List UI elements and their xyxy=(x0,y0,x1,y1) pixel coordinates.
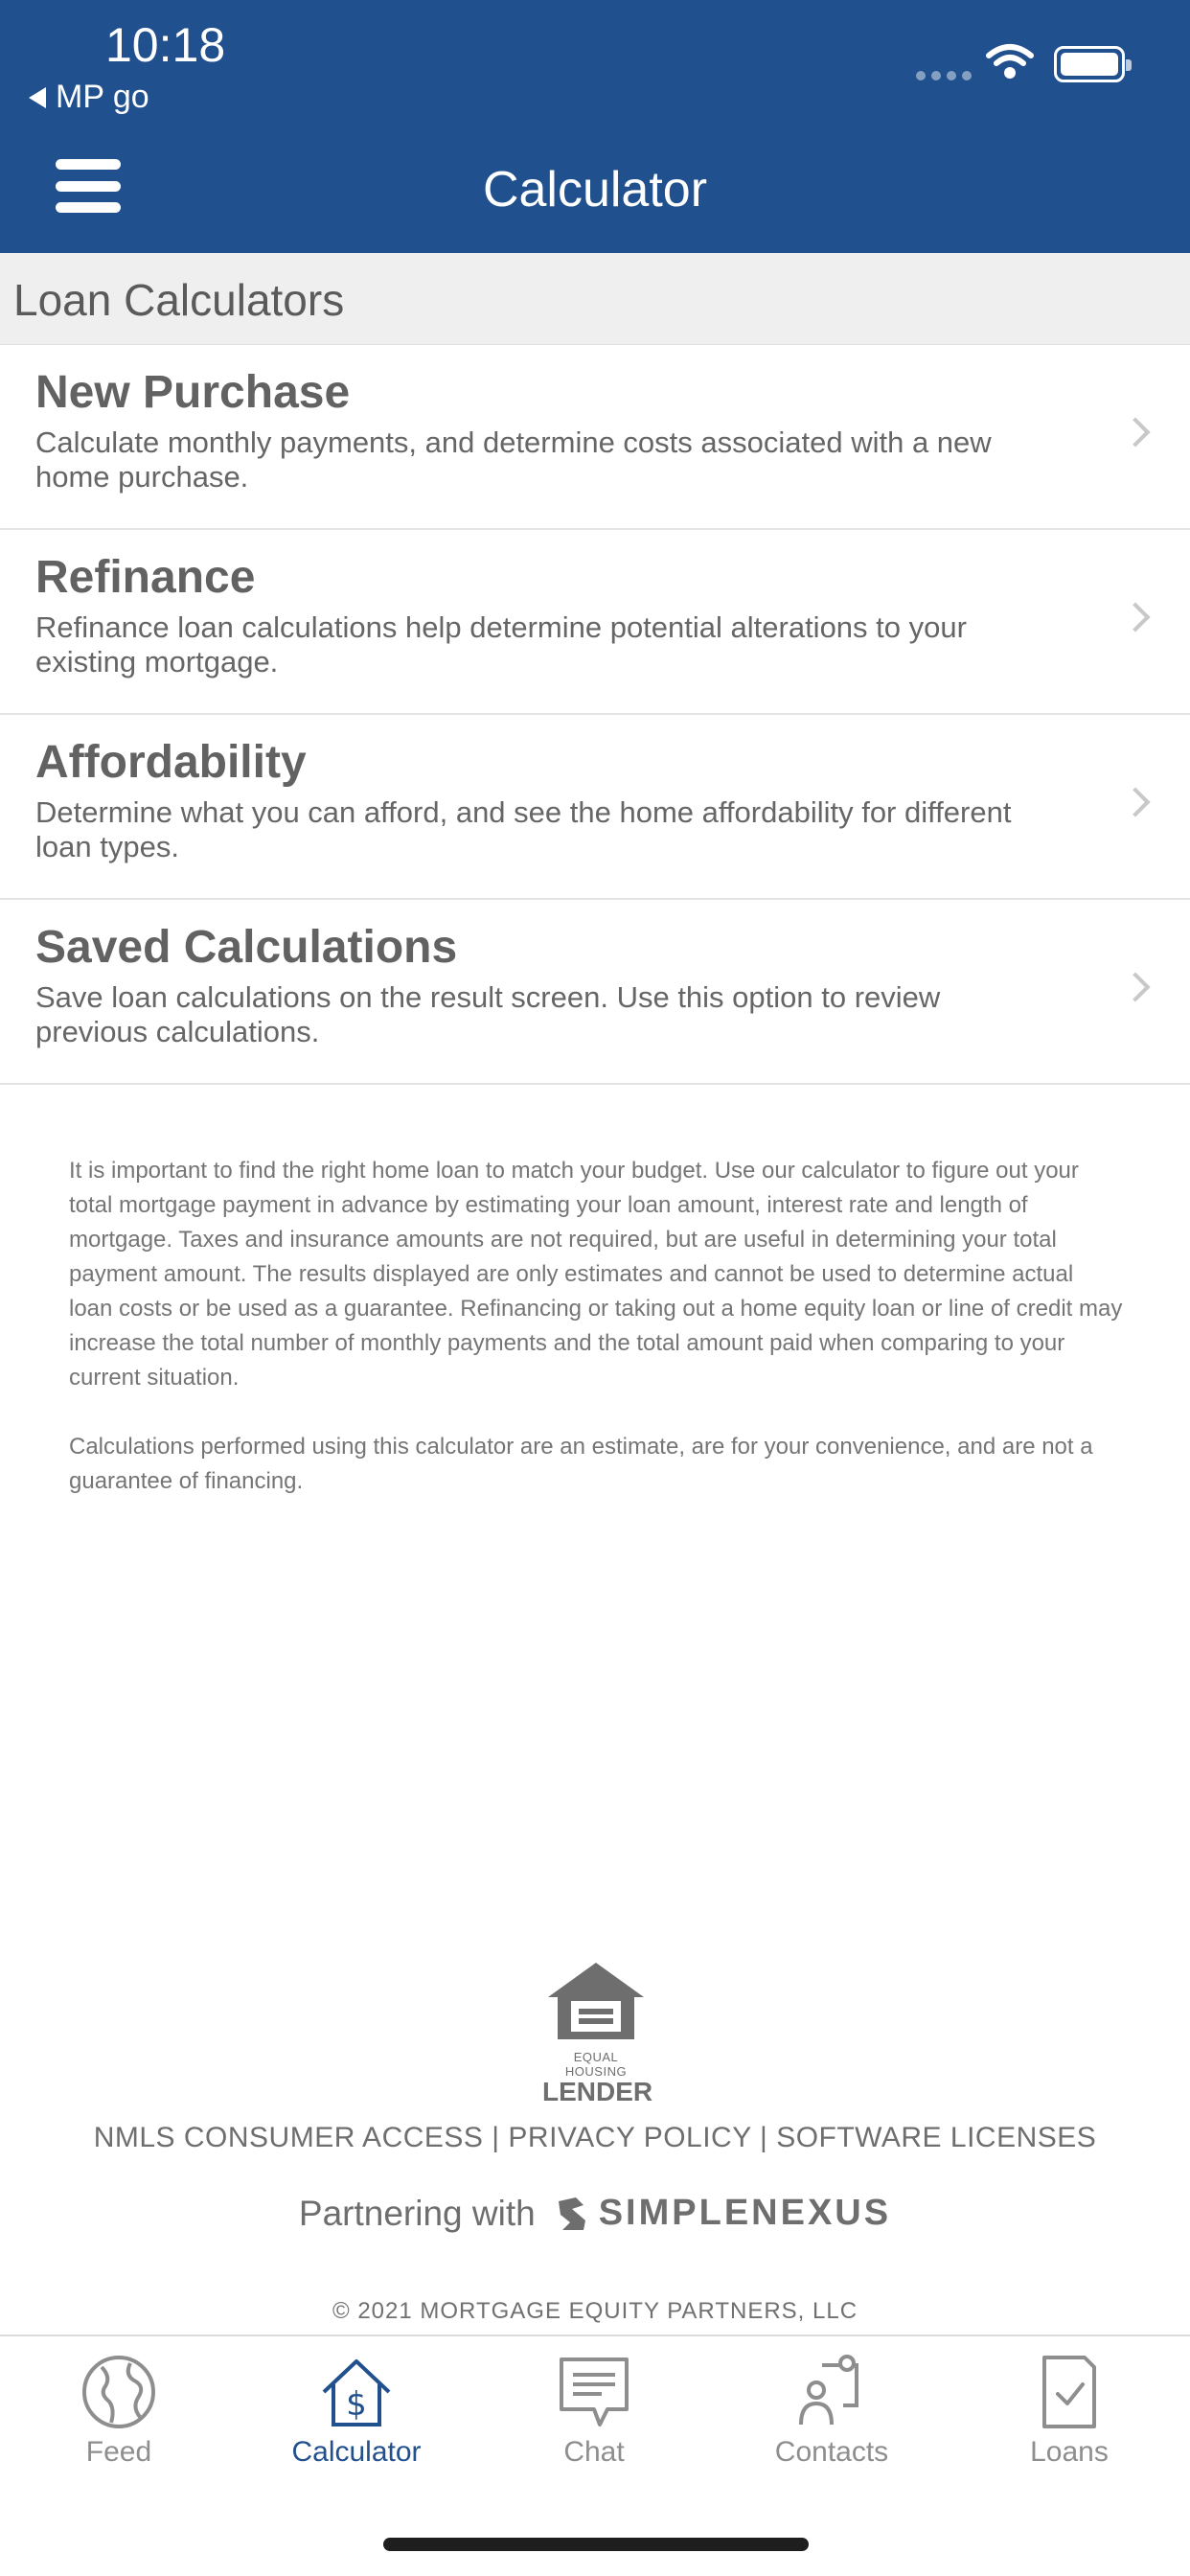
tab-feed[interactable]: Feed xyxy=(23,2354,215,2469)
tab-label: Calculator xyxy=(291,2436,422,2468)
house-dollar-icon: $ xyxy=(322,2359,391,2426)
item-title: Refinance xyxy=(35,552,256,603)
tab-contacts[interactable]: Contacts xyxy=(736,2354,927,2469)
copyright-text: © 2021 MORTGAGE EQUITY PARTNERS, LLC xyxy=(332,2298,858,2324)
simplenexus-mark-icon xyxy=(558,2196,585,2230)
wifi-icon xyxy=(986,44,1034,79)
tab-chat[interactable]: Chat xyxy=(498,2354,690,2469)
globe-icon xyxy=(82,2356,155,2428)
ehl-small-text: EQUAL HOUSING xyxy=(564,2050,628,2079)
chat-icon xyxy=(560,2358,629,2426)
tab-label: Feed xyxy=(85,2436,152,2468)
brand-logo: SIMPLENEXUS xyxy=(555,2193,891,2234)
tab-label: Contacts xyxy=(774,2436,889,2468)
equal-housing-lender-logo: EQUAL HOUSING LENDER xyxy=(542,1959,653,2106)
tab-label: Loans xyxy=(1030,2436,1109,2468)
tab-label: Chat xyxy=(563,2436,625,2468)
item-title: New Purchase xyxy=(35,367,351,418)
disclaimer-paragraph: It is important to find the right home l… xyxy=(69,1158,1123,1391)
tab-calculator[interactable]: $ Calculator xyxy=(261,2354,452,2469)
item-description: Save loan calculations on the result scr… xyxy=(35,980,941,1048)
partner-text: Partnering with xyxy=(298,2193,536,2233)
privacy-policy-link[interactable]: PRIVACY POLICY xyxy=(508,2122,751,2153)
list-item-new-purchase[interactable]: New Purchase Calculate monthly payments,… xyxy=(0,345,1190,530)
back-triangle-icon xyxy=(29,86,46,108)
item-description: Calculate monthly payments, and determin… xyxy=(35,426,992,494)
calculator-list: New Purchase Calculate monthly payments,… xyxy=(0,345,1190,1085)
list-item-affordability[interactable]: Affordability Determine what you can aff… xyxy=(0,715,1190,900)
svg-text:$: $ xyxy=(346,2385,367,2424)
contacts-icon xyxy=(799,2355,858,2426)
equal-housing-icon xyxy=(548,1963,644,2039)
software-licenses-link[interactable]: SOFTWARE LICENSES xyxy=(776,2122,1096,2153)
item-title: Affordability xyxy=(35,737,307,788)
link-separator: | xyxy=(492,2122,500,2153)
back-app-label: MP go xyxy=(56,79,149,115)
chevron-right-icon xyxy=(1120,602,1151,632)
battery-icon xyxy=(1054,46,1132,82)
disclaimer-text: It is important to find the right home l… xyxy=(69,1154,1123,1499)
home-indicator[interactable] xyxy=(383,2538,809,2551)
ehl-big-text: LENDER xyxy=(542,2077,653,2106)
section-title: Loan Calculators xyxy=(13,275,345,325)
link-separator: | xyxy=(760,2122,768,2153)
disclaimer-paragraph: Calculations performed using this calcul… xyxy=(69,1434,1093,1494)
footer-links: NMLS CONSUMER ACCESS | PRIVACY POLICY | … xyxy=(0,2122,1190,2154)
cellular-signal-icon xyxy=(916,71,972,80)
list-item-refinance[interactable]: Refinance Refinance loan calculations he… xyxy=(0,530,1190,715)
tab-loans[interactable]: Loans xyxy=(973,2354,1165,2469)
section-header: Loan Calculators xyxy=(0,253,1190,345)
back-to-app-link[interactable]: MP go xyxy=(29,79,149,116)
chevron-right-icon xyxy=(1120,417,1151,448)
document-check-icon xyxy=(1042,2356,1096,2428)
item-description: Determine what you can afford, and see t… xyxy=(35,795,1012,863)
app-header: 10:18 MP go Calculator xyxy=(0,0,1190,253)
item-title: Saved Calculations xyxy=(35,922,458,973)
nmls-link[interactable]: NMLS CONSUMER ACCESS xyxy=(94,2122,484,2153)
page-title: Calculator xyxy=(482,162,708,218)
partner-banner: Partnering with SIMPLENEXUS xyxy=(0,2193,1190,2234)
brand-name: SIMPLENEXUS xyxy=(598,2193,892,2233)
list-item-saved-calculations[interactable]: Saved Calculations Save loan calculation… xyxy=(0,900,1190,1085)
status-time: 10:18 xyxy=(105,18,226,72)
item-description: Refinance loan calculations help determi… xyxy=(35,610,967,678)
chevron-right-icon xyxy=(1120,972,1151,1002)
chevron-right-icon xyxy=(1120,787,1151,817)
